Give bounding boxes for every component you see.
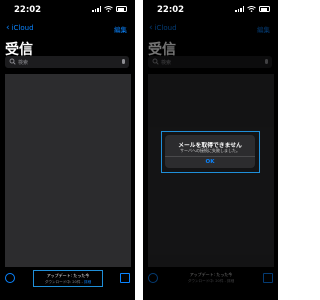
search-icon: [9, 58, 16, 65]
screen-divider: [135, 0, 143, 300]
search-input[interactable]: 検索: [5, 56, 129, 68]
mic-icon[interactable]: [122, 58, 125, 64]
status-time: 22:02: [14, 5, 42, 15]
mail-list-area[interactable]: [5, 74, 131, 267]
bottom-toolbar: アップデート: たった今 ダウンロード中: 20件 - 詳細: [0, 268, 135, 292]
wifi-icon: [104, 6, 113, 12]
wifi-icon: [247, 6, 256, 12]
mic-icon[interactable]: [265, 58, 268, 64]
update-status-text: アップデート: たった今: [46, 273, 90, 278]
alert-ok-button[interactable]: OK: [165, 159, 255, 165]
signal-icon: [235, 6, 244, 12]
edit-button[interactable]: 編集: [257, 24, 270, 34]
search-icon: [152, 58, 159, 65]
status-time: 22:02: [157, 5, 185, 15]
download-status-text: ダウンロード中: 20件 - 詳細: [187, 279, 235, 283]
search-input[interactable]: 検索: [148, 56, 272, 68]
status-icons: [235, 6, 270, 12]
filter-icon[interactable]: [148, 273, 158, 283]
update-status-box: アップデート: たった今 ダウンロード中: 20件 - 詳細: [33, 270, 103, 287]
details-link[interactable]: 詳細: [84, 280, 91, 284]
back-label: iCloud: [11, 24, 34, 32]
filter-icon[interactable]: [5, 273, 15, 283]
download-status-text: ダウンロード中: 20件 - 詳細: [34, 280, 102, 285]
status-icons: [92, 6, 127, 12]
signal-icon: [92, 6, 101, 12]
error-alert-dialog: メールを取得できません サーバへの接続に失敗しました。 OK: [165, 135, 255, 168]
search-placeholder: 検索: [161, 59, 172, 66]
back-label: iCloud: [154, 24, 177, 32]
alert-divider: [165, 156, 255, 157]
compose-icon[interactable]: [120, 273, 130, 283]
back-chevron-icon: ‹: [6, 22, 10, 33]
back-chevron-icon: ‹: [149, 22, 153, 33]
compose-icon[interactable]: [263, 273, 273, 283]
update-status-text: アップデート: たった今: [189, 272, 233, 277]
battery-icon: [116, 6, 127, 12]
update-status-box: アップデート: たった今 ダウンロード中: 20件 - 詳細: [176, 270, 246, 287]
back-button[interactable]: ‹ iCloud: [149, 22, 177, 33]
nav-bar: ‹ iCloud 編集: [143, 22, 278, 36]
status-bar: 22:02: [0, 0, 135, 18]
right-phone-screen: 22:02 ‹ iCloud 編集 受信 検索 アップデート: たった今 ダウン…: [143, 0, 278, 300]
download-count-text: ダウンロード中: 20件 -: [44, 280, 83, 284]
back-button[interactable]: ‹ iCloud: [6, 22, 34, 33]
left-phone-screen: 22:02 ‹ iCloud 編集 受信 検索 アップデート: たった今 ダウン…: [0, 0, 135, 300]
search-placeholder: 検索: [18, 59, 29, 66]
battery-icon: [259, 6, 270, 12]
nav-bar: ‹ iCloud 編集: [0, 22, 135, 36]
status-bar: 22:02: [143, 0, 278, 18]
alert-highlight: メールを取得できません サーバへの接続に失敗しました。 OK: [161, 131, 260, 173]
alert-message: サーバへの接続に失敗しました。: [180, 148, 240, 153]
edit-button[interactable]: 編集: [114, 24, 127, 34]
bottom-toolbar: アップデート: たった今 ダウンロード中: 20件 - 詳細: [143, 268, 278, 292]
